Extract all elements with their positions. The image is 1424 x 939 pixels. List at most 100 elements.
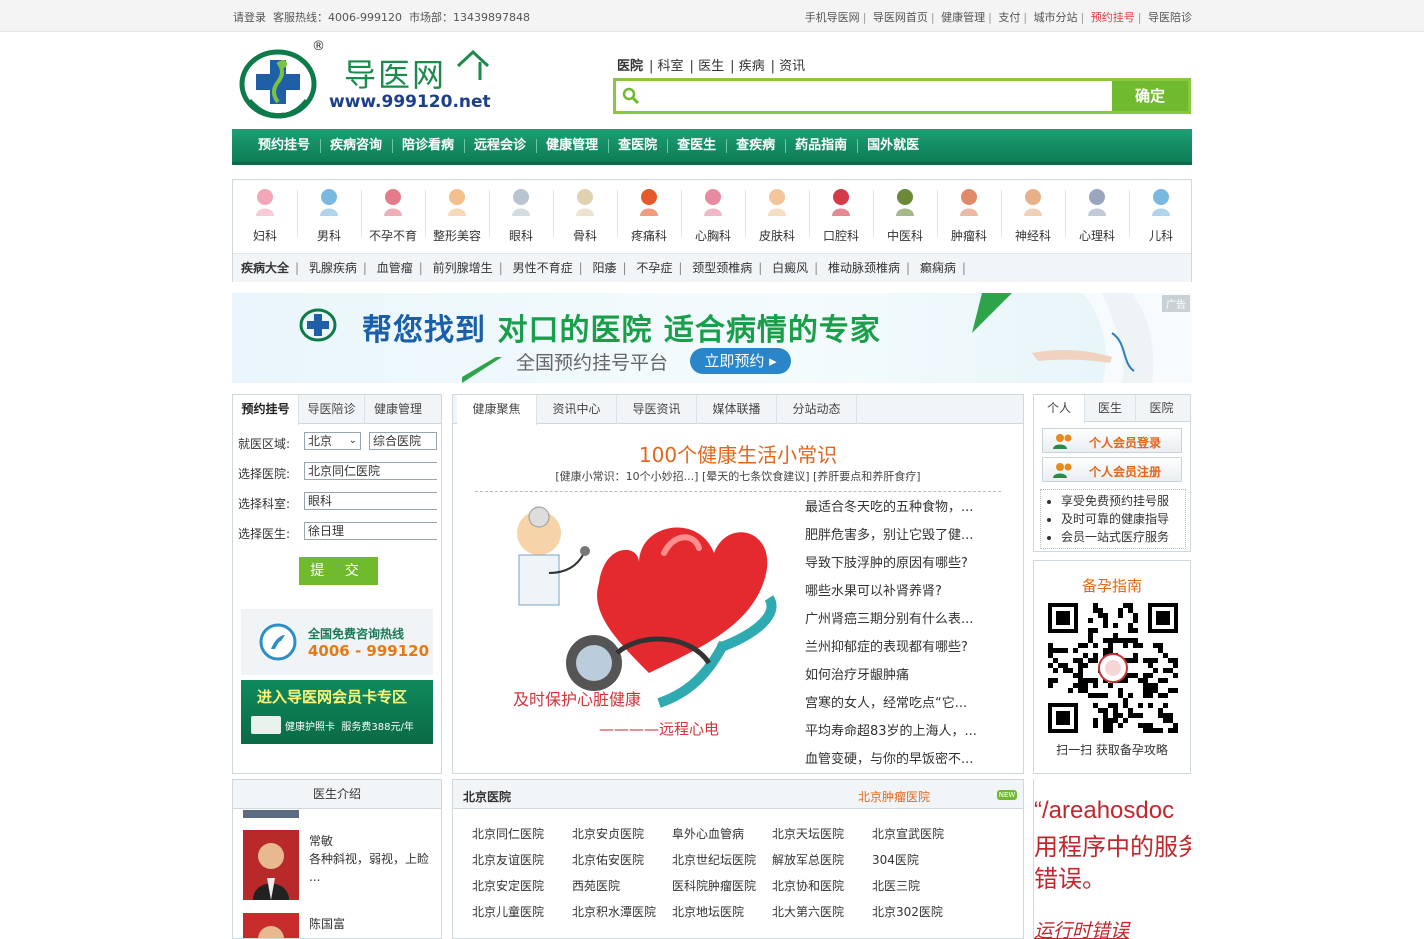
top-link-city[interactable]: 城市分站 — [1034, 11, 1078, 24]
top-link-booking[interactable]: 预约挂号 — [1091, 11, 1135, 24]
nav-drug-guide[interactable]: 药品指南 — [787, 129, 859, 163]
news-item[interactable]: 平均寿命超83岁的上海人，... — [805, 723, 1005, 751]
hospital-link[interactable]: 304医院 — [872, 851, 919, 868]
dept-field[interactable]: 眼科 — [304, 492, 437, 510]
disease-link[interactable]: 癫痫病 — [920, 261, 956, 275]
search-tab-doctor[interactable]: 医生 — [698, 59, 724, 74]
search-button[interactable]: 确定 — [1112, 81, 1188, 111]
news-item[interactable]: 最适合冬天吃的五种食物，... — [805, 499, 1005, 527]
nav-find-doctor[interactable]: 查医生 — [669, 129, 728, 163]
heart-health-image[interactable]: 及时保护心脏健康 ————远程心电 — [489, 503, 779, 743]
hospital-link[interactable]: 医科院肿瘤医院 — [672, 877, 756, 894]
dept-item[interactable]: 不孕不育 — [361, 180, 426, 248]
nav-find-hospital[interactable]: 查医院 — [610, 129, 669, 163]
disease-link[interactable]: 乳腺疾病 — [309, 261, 357, 275]
dept-item[interactable]: 心理科 — [1065, 180, 1130, 248]
tab-personal[interactable]: 个人 — [1034, 395, 1085, 423]
disease-link[interactable]: 阳痿 — [592, 261, 616, 275]
news-item[interactable]: 宫寒的女人，经常吃点“它... — [805, 695, 1005, 723]
headline-title[interactable]: 100个健康生活小常识 — [453, 439, 1023, 468]
news-item[interactable]: 导致下肢浮肿的原因有哪些? — [805, 555, 1005, 583]
search-tab-dept[interactable]: 科室 — [658, 59, 684, 74]
hospital-link[interactable]: 北京天坛医院 — [772, 825, 844, 842]
disease-link[interactable]: 前列腺增生 — [433, 261, 493, 275]
news-item[interactable]: 广州肾癌三期分别有什么表... — [805, 611, 1005, 639]
nav-consult[interactable]: 疾病咨询 — [322, 129, 394, 163]
hospital-field[interactable]: 北京同仁医院 — [304, 462, 437, 480]
dept-item[interactable]: 妇科 — [233, 180, 298, 248]
hospital-link[interactable]: 解放军总医院 — [772, 851, 844, 868]
top-link-escort[interactable]: 导医陪诊 — [1148, 11, 1192, 24]
member-card-banner[interactable]: 进入导医网会员卡专区 健康护照卡 服务费388元/年 — [241, 680, 433, 744]
featured-hospital-link[interactable]: 北京肿瘤医院 — [858, 788, 930, 805]
tab-health[interactable]: 健康管理 — [365, 395, 431, 424]
news-item[interactable]: 肥胖危害多，别让它毁了健... — [805, 527, 1005, 555]
dept-item[interactable]: 骨科 — [553, 180, 618, 248]
search-input[interactable] — [644, 83, 1114, 109]
dept-item[interactable]: 皮肤科 — [745, 180, 810, 248]
nav-health[interactable]: 健康管理 — [538, 129, 610, 163]
disease-link[interactable]: 不孕症 — [636, 261, 672, 275]
nav-find-disease[interactable]: 查疾病 — [728, 129, 787, 163]
disease-link[interactable]: 椎动脉颈椎病 — [828, 261, 900, 275]
nav-remote[interactable]: 远程会诊 — [466, 129, 538, 163]
banner-book-button[interactable]: 立即预约 ▸ — [690, 348, 791, 374]
tab-booking[interactable]: 预约挂号 — [233, 395, 299, 425]
hospital-link[interactable]: 西苑医院 — [572, 877, 620, 894]
ad-banner[interactable]: 帮您找到 对口的医院 适合病情的专家 全国预约挂号平台 立即预约 ▸ 广告 — [232, 293, 1192, 383]
hospital-link[interactable]: 北京世纪坛医院 — [672, 851, 756, 868]
area-select[interactable]: 北京 ⌄ — [304, 432, 361, 450]
nav-escort[interactable]: 陪诊看病 — [394, 129, 466, 163]
hotline-banner[interactable]: 全国免费咨询热线 4006 - 999120 — [241, 609, 433, 675]
member-register-button[interactable]: 个人会员注册 — [1042, 457, 1182, 482]
tab-news-center[interactable]: 资讯中心 — [537, 395, 617, 424]
tab-hospital[interactable]: 医院 — [1136, 395, 1187, 422]
search-tab-hospital[interactable]: 医院 — [617, 59, 643, 74]
hospital-link[interactable]: 北京友谊医院 — [472, 851, 544, 868]
top-link-health[interactable]: 健康管理 — [941, 11, 985, 24]
hospital-link[interactable]: 北京佑安医院 — [572, 851, 644, 868]
hospital-link[interactable]: 北京地坛医院 — [672, 903, 744, 920]
dept-item[interactable]: 疼痛科 — [617, 180, 682, 248]
top-link-pay[interactable]: 支付 — [998, 11, 1020, 24]
news-item[interactable]: 血管变硬，与你的早饭密不... — [805, 751, 1005, 779]
news-item[interactable]: 哪些水果可以补肾养肾? — [805, 583, 1005, 611]
disease-all-link[interactable]: 疾病大全 — [241, 261, 289, 275]
member-login-button[interactable]: 个人会员登录 — [1042, 428, 1182, 453]
tab-media[interactable]: 媒体联播 — [697, 395, 777, 424]
search-tab-disease[interactable]: 疾病 — [739, 59, 765, 74]
nav-overseas[interactable]: 国外就医 — [859, 129, 927, 163]
qr-code[interactable] — [1048, 603, 1178, 733]
nav-booking[interactable]: 预约挂号 — [250, 129, 322, 163]
dept-item[interactable]: 肿瘤科 — [937, 180, 1002, 248]
hospital-link[interactable]: 北京同仁医院 — [472, 825, 544, 842]
hospital-link[interactable]: 北京宣武医院 — [872, 825, 944, 842]
disease-link[interactable]: 白癜风 — [772, 261, 808, 275]
hospital-link[interactable]: 北京儿童医院 — [472, 903, 544, 920]
dept-item[interactable]: 神经科 — [1001, 180, 1066, 248]
hospital-link[interactable]: 北京安贞医院 — [572, 825, 644, 842]
hospital-link[interactable]: 北大第六医院 — [772, 903, 844, 920]
hospital-link[interactable]: 北京积水潭医院 — [572, 903, 656, 920]
disease-link[interactable]: 颈型颈椎病 — [692, 261, 752, 275]
dept-item[interactable]: 心胸科 — [681, 180, 746, 248]
news-item[interactable]: 兰州抑郁症的表现都有哪些? — [805, 639, 1005, 667]
dept-item[interactable]: 眼科 — [489, 180, 554, 248]
dept-item[interactable]: 口腔科 — [809, 180, 874, 248]
hospital-link[interactable]: 阜外心血管病 — [672, 825, 744, 842]
area-type-select[interactable]: 综合医院 — [369, 432, 437, 450]
news-item[interactable]: 如何治疗牙龈肿痛 — [805, 667, 1005, 695]
tab-guide-news[interactable]: 导医资讯 — [617, 395, 697, 424]
hospital-link[interactable]: 北京协和医院 — [772, 877, 844, 894]
top-link-mobile[interactable]: 手机导医网 — [805, 11, 860, 24]
headline-subtitle[interactable]: [健康小常识：10个小妙招...] [晕天的七条饮食建议] [养肝要点和养肝食疗… — [453, 468, 1023, 484]
dept-item[interactable]: 男科 — [297, 180, 362, 248]
disease-link[interactable]: 男性不育症 — [513, 261, 573, 275]
login-link[interactable]: 请登录 — [233, 11, 266, 24]
tab-branch[interactable]: 分站动态 — [777, 395, 857, 424]
hospital-link[interactable]: 北医三院 — [872, 877, 920, 894]
tab-health-focus[interactable]: 健康聚焦 — [457, 395, 537, 425]
dept-item[interactable]: 中医科 — [873, 180, 938, 248]
search-tab-news[interactable]: 资讯 — [779, 59, 805, 74]
disease-link[interactable]: 血管瘤 — [377, 261, 413, 275]
